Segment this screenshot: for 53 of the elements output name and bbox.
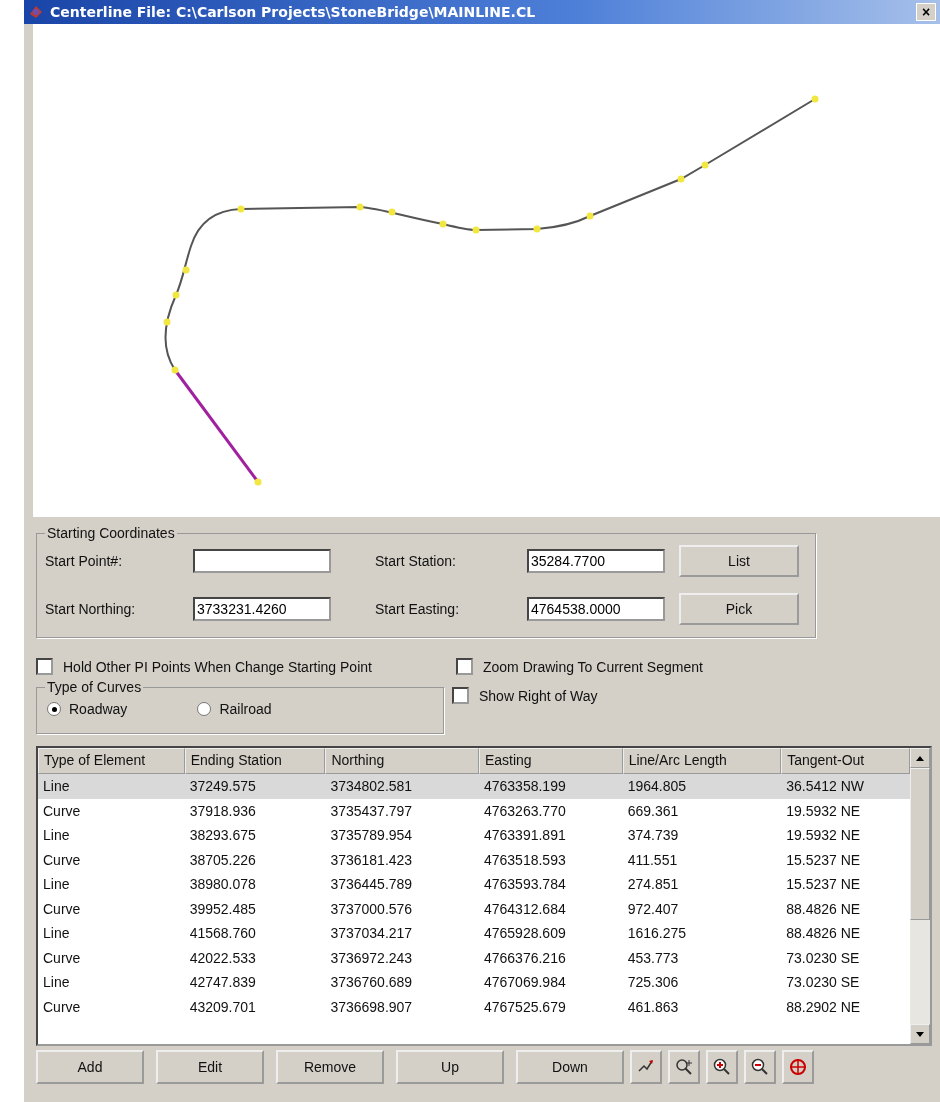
table-row[interactable]: Line 42747.839 3736760.689 4767069.984 725.306 73.0230 SE: [38, 970, 910, 995]
group-title: Starting Coordinates: [46, 525, 176, 541]
zoom-out-button[interactable]: [744, 1050, 776, 1084]
zoom-out-icon: [750, 1057, 770, 1077]
column-header[interactable]: Ending Station: [184, 748, 326, 774]
up-arrow-icon: [916, 755, 924, 761]
input-field[interactable]: 4764538.0000: [527, 597, 665, 621]
radio-option[interactable]: Roadway: [47, 701, 128, 717]
field-label: Start Station:: [375, 553, 457, 569]
field-label: Start Easting:: [375, 601, 461, 617]
app-icon: [28, 4, 44, 20]
scrollbar[interactable]: [910, 748, 930, 1044]
column-header[interactable]: Line/Arc Length: [622, 748, 782, 774]
column-header[interactable]: Easting: [478, 748, 623, 774]
zoom-extents-button[interactable]: [668, 1050, 700, 1084]
input-field[interactable]: 35284.7700: [527, 549, 665, 573]
input-field[interactable]: 3733231.4260: [193, 597, 331, 621]
table-row[interactable]: Curve 43209.701 3736698.907 4767525.679 461.863 88.2902 NE: [38, 994, 910, 1019]
table-row[interactable]: Curve 38705.226 3736181.423 4763518.593 411.551 15.5237 NE: [38, 847, 910, 872]
dialog-button[interactable]: List: [679, 545, 799, 577]
field-label: Start Point#:: [45, 553, 124, 569]
window-title: Centerline File: C:\Carlson Projects\StoneBridge\MAINLINE.CL: [50, 4, 537, 20]
table-row[interactable]: Line 38980.078 3736445.789 4763593.784 274.851 15.5237 NE: [38, 872, 910, 897]
dialog-button[interactable]: Pick: [679, 593, 799, 625]
column-header[interactable]: Tangent-Out: [781, 748, 910, 774]
crosshair-icon: [788, 1057, 808, 1077]
checkbox-option[interactable]: Show Right of Way: [452, 687, 598, 704]
dialog-button[interactable]: Down: [516, 1050, 624, 1084]
dialog-button[interactable]: Up: [396, 1050, 504, 1084]
radio-option[interactable]: Railroad: [197, 701, 272, 717]
table-row[interactable]: Curve 39952.485 3737000.576 4764312.684 972.407 88.4826 NE: [38, 896, 910, 921]
column-header[interactable]: Type of Element: [38, 748, 185, 774]
checkbox-option[interactable]: Hold Other PI Points When Change Starting Point: [36, 658, 372, 675]
center-button[interactable]: [782, 1050, 814, 1084]
column-header[interactable]: Northing: [325, 748, 479, 774]
table-row[interactable]: Line 37249.575 3734802.581 4763358.199 1964.805 36.5412 NW: [38, 774, 910, 799]
group-title: Type of Curves: [46, 679, 143, 695]
dialog-button[interactable]: Edit: [156, 1050, 264, 1084]
pick-button[interactable]: [630, 1050, 662, 1084]
table-row[interactable]: Curve 42022.533 3736972.243 4766376.216 453.773 73.0230 SE: [38, 945, 910, 970]
checkbox-option[interactable]: Zoom Drawing To Current Segment: [455, 658, 703, 675]
close-button[interactable]: ×: [916, 3, 936, 21]
zoom-extents-icon: [674, 1057, 694, 1077]
zoom-in-icon: [712, 1057, 732, 1077]
down-arrow-icon: [916, 1031, 924, 1037]
dialog-button[interactable]: Remove: [276, 1050, 384, 1084]
field-label: Start Northing:: [45, 601, 137, 617]
input-field[interactable]: [193, 549, 331, 573]
table-row[interactable]: Line 38293.675 3735789.954 4763391.891 374.739 19.5932 NE: [38, 823, 910, 848]
zoom-in-button[interactable]: [706, 1050, 738, 1084]
table-row[interactable]: Line 41568.760 3737034.217 4765928.609 1616.275 88.4826 NE: [38, 921, 910, 946]
dialog-button[interactable]: Add: [36, 1050, 144, 1084]
table-row[interactable]: Curve 37918.936 3735437.797 4763263.770 669.361 19.5932 NE: [38, 798, 910, 823]
